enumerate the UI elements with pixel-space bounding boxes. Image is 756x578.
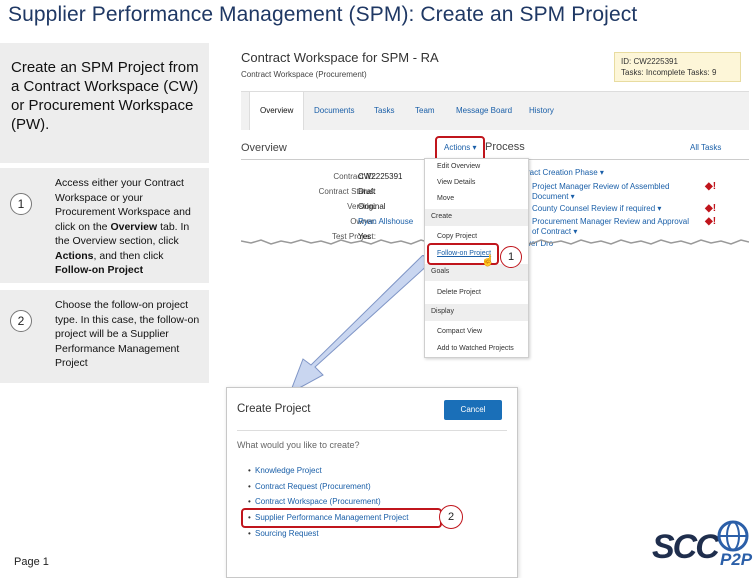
overview-heading: Overview bbox=[241, 142, 287, 154]
dialog-question: What would you like to create? bbox=[237, 440, 360, 450]
option-contract-workspace[interactable]: Contract Workspace (Procurement) bbox=[248, 497, 381, 506]
field-value-owner[interactable]: Ryan Allshouse bbox=[358, 217, 413, 226]
option-knowledge-project[interactable]: Knowledge Project bbox=[248, 466, 322, 475]
logo-sub: P2P bbox=[720, 550, 753, 569]
menu-item-compact-view[interactable]: Compact View bbox=[437, 328, 482, 335]
intro-box: Create an SPM Project from a Contract Wo… bbox=[0, 43, 209, 163]
workspace-id: ID: CW2225391 bbox=[621, 57, 678, 66]
menu-item-move[interactable]: Move bbox=[437, 195, 454, 202]
step-2-box: 2 Choose the follow-on project type. In … bbox=[0, 290, 209, 383]
menu-item-edit-overview[interactable]: Edit Overview bbox=[437, 163, 480, 170]
connector-arrow bbox=[289, 255, 431, 395]
actions-label: Actions ▾ bbox=[444, 143, 477, 152]
process-task-1[interactable]: Project Manager Review of Assembled Docu… bbox=[532, 182, 692, 202]
globe-icon bbox=[717, 520, 749, 552]
option-sourcing-request[interactable]: Sourcing Request bbox=[248, 529, 319, 538]
field-value-status: Draft bbox=[358, 187, 376, 196]
field-value-contract-id: CW2225391 bbox=[358, 172, 403, 181]
workspace-tasks[interactable]: Tasks: Incomplete Tasks: 9 bbox=[621, 68, 716, 77]
workspace-id-box: ID: CW2225391 Tasks: Incomplete Tasks: 9 bbox=[614, 52, 741, 82]
cancel-button[interactable]: Cancel bbox=[444, 400, 502, 420]
section-label: Display bbox=[431, 308, 454, 315]
all-tasks-link[interactable]: All Tasks bbox=[690, 143, 721, 152]
process-task-2[interactable]: County Counsel Review if required ▾ bbox=[532, 204, 692, 214]
workspace-tabs: Overview Documents Tasks Team Message Bo… bbox=[241, 91, 749, 130]
dialog-divider bbox=[237, 430, 507, 431]
process-phase[interactable]: ract Creation Phase ▾ bbox=[527, 168, 687, 178]
tab-message-board[interactable]: Message Board bbox=[456, 106, 512, 115]
step-1-badge: 1 bbox=[10, 193, 32, 215]
warning-icon: ◆! bbox=[705, 181, 717, 192]
field-value-version: Original bbox=[358, 202, 386, 211]
step-2-badge: 2 bbox=[10, 310, 32, 332]
cursor-icon: ☝ bbox=[481, 255, 495, 267]
step-1-box: 1 Access either your Contract Workspace … bbox=[0, 168, 209, 283]
logo-main: SCC bbox=[652, 528, 720, 566]
section-label: Create bbox=[431, 213, 453, 220]
process-heading: Process bbox=[485, 141, 525, 153]
menu-item-copy-project[interactable]: Copy Project bbox=[437, 233, 477, 240]
menu-item-view-details[interactable]: View Details bbox=[437, 179, 475, 186]
step-2-text: Choose the follow-on project type. In th… bbox=[55, 299, 200, 369]
warning-icon: ◆! bbox=[705, 216, 717, 227]
tab-documents[interactable]: Documents bbox=[314, 106, 354, 115]
page-number: Page 1 bbox=[14, 556, 49, 568]
workspace-subtitle: Contract Workspace (Procurement) bbox=[241, 70, 367, 79]
menu-item-add-to-watched[interactable]: Add to Watched Projects bbox=[437, 345, 514, 352]
tab-team[interactable]: Team bbox=[415, 106, 435, 115]
menu-item-delete-project[interactable]: Delete Project bbox=[437, 289, 481, 296]
create-project-dialog: Create Project Cancel What would you lik… bbox=[226, 387, 518, 578]
warning-icon: ◆! bbox=[705, 203, 717, 214]
option-contract-request[interactable]: Contract Request (Procurement) bbox=[248, 482, 371, 491]
tab-history[interactable]: History bbox=[529, 106, 554, 115]
tab-tasks[interactable]: Tasks bbox=[374, 106, 394, 115]
section-label: Goals bbox=[431, 268, 450, 275]
slide-title: Supplier Performance Management (SPM): C… bbox=[8, 3, 638, 26]
menu-section-create: Create bbox=[425, 209, 528, 226]
callout-1: 1 bbox=[500, 246, 522, 268]
callout-2: 2 bbox=[439, 505, 463, 529]
tab-overview[interactable]: Overview bbox=[249, 92, 305, 130]
step-1-text: Access either your Contract Workspace or… bbox=[55, 177, 191, 276]
menu-section-display: Display bbox=[425, 304, 528, 321]
intro-text: Create an SPM Project from a Contract Wo… bbox=[11, 59, 199, 133]
process-task-3[interactable]: Procurement Manager Review and Approval … bbox=[532, 217, 692, 237]
workspace-title: Contract Workspace for SPM - RA bbox=[241, 50, 439, 65]
spm-option-highlight bbox=[241, 508, 442, 528]
scc-p2p-logo: SCC P2P bbox=[652, 520, 752, 572]
dialog-title: Create Project bbox=[237, 403, 311, 415]
